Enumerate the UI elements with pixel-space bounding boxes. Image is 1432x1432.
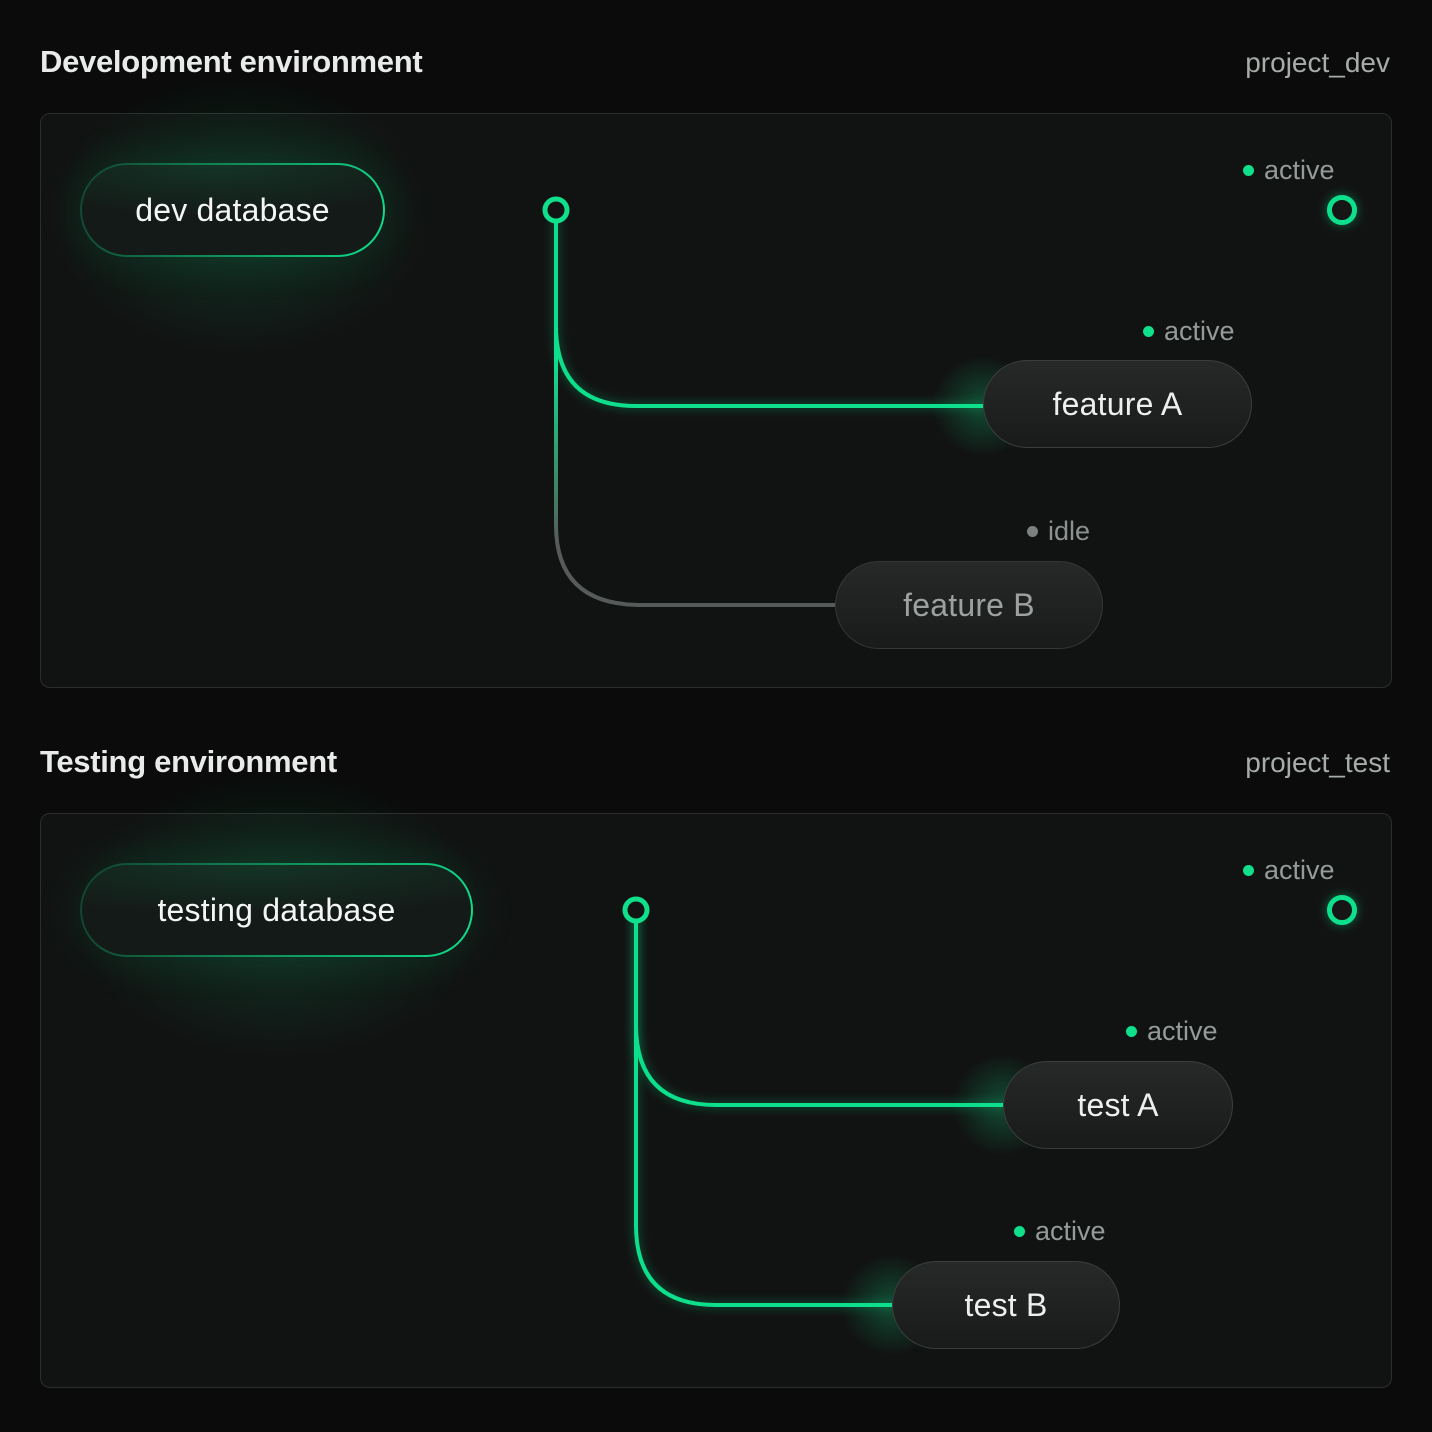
dev-environment-title: Development environment [40,44,422,80]
status-label: idle [1048,516,1090,547]
test-a-node[interactable]: test A [1003,1061,1233,1149]
status-label: active [1147,1016,1218,1047]
dev-database-node[interactable]: dev database [80,163,385,257]
test-b-node[interactable]: test B [892,1261,1120,1349]
status-label: active [1264,155,1335,186]
test-database-node-inner: testing database [82,865,471,955]
status-dot-icon [1014,1226,1025,1237]
status-label: active [1264,855,1335,886]
test-a-label: test A [1077,1087,1158,1124]
test-database-node[interactable]: testing database [80,863,473,957]
status-label: active [1164,316,1235,347]
feature-b-label: feature B [903,587,1035,624]
dev-project-id: project_dev [1245,47,1390,79]
feature-b-status-badge: idle [1027,516,1090,547]
test-b-status-badge: active [1014,1216,1106,1247]
status-dot-icon [1126,1026,1137,1037]
status-dot-icon [1243,865,1254,876]
dev-database-node-inner: dev database [82,165,383,255]
status-dot-icon [1027,526,1038,537]
test-project-id: project_test [1245,747,1390,779]
status-dot-icon [1143,326,1154,337]
test-a-status-badge: active [1126,1016,1218,1047]
feature-a-node[interactable]: feature A [983,360,1252,448]
test-database-label: testing database [157,892,395,929]
feature-a-label: feature A [1053,386,1183,423]
status-label: active [1035,1216,1106,1247]
dev-main-status-badge: active [1243,155,1335,186]
dev-database-label: dev database [135,192,330,229]
feature-b-node[interactable]: feature B [835,561,1103,649]
test-b-label: test B [964,1287,1047,1324]
feature-a-status-badge: active [1143,316,1235,347]
test-environment-title: Testing environment [40,744,337,780]
branching-diagram: Development environment project_dev Test… [0,0,1432,1432]
status-dot-icon [1243,165,1254,176]
test-main-status-badge: active [1243,855,1335,886]
